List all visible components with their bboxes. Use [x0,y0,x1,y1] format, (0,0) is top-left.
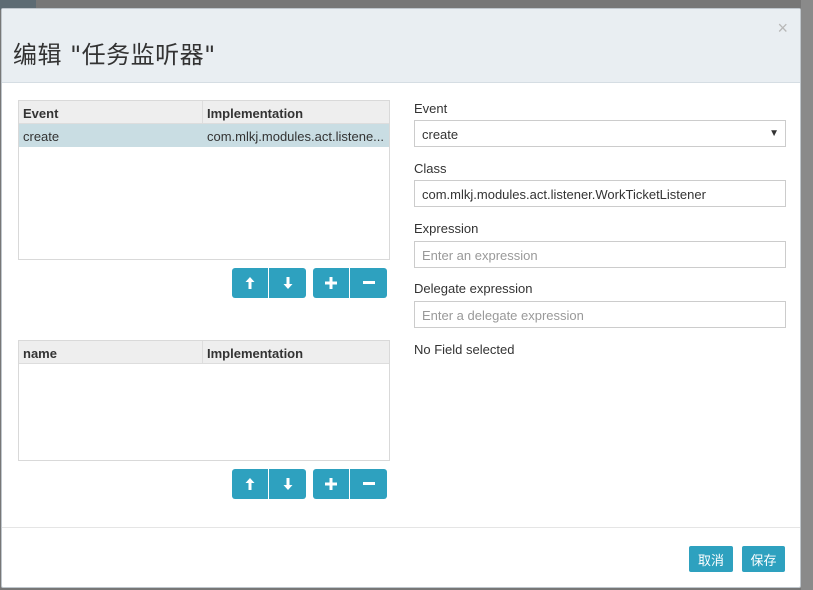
field-order-buttons [232,469,306,499]
dialog-header: 编辑 "任务监听器" × [2,9,800,83]
field-grid-header: name Implementation [19,341,389,364]
delegate-expression-input[interactable]: Enter a delegate expression [414,301,786,328]
event-label: Event [414,101,448,116]
listener-grid: Event Implementation create com.mlkj.mod… [18,100,390,260]
close-icon[interactable]: × [777,19,788,37]
arrow-down-icon [283,478,292,490]
add-field-button[interactable] [313,469,350,499]
event-select[interactable]: create ▼ [414,120,786,147]
background-app-strip [801,0,813,590]
save-button[interactable]: 保存 [742,546,785,572]
field-add-remove-buttons [313,469,387,499]
plus-icon [325,277,337,289]
listener-order-buttons [232,268,306,298]
chevron-down-icon: ▼ [769,128,779,139]
class-input[interactable]: com.mlkj.modules.act.listener.WorkTicket… [414,180,786,207]
class-label: Class [414,161,447,176]
expression-label: Expression [414,221,479,236]
cell-implementation: com.mlkj.modules.act.listene... [207,129,385,144]
footer-divider [2,527,800,528]
arrow-down-icon [283,277,292,289]
plus-icon [325,478,337,490]
no-field-selected-text: No Field selected [414,342,515,357]
field-grid: name Implementation [18,340,390,461]
minus-icon [362,482,375,485]
column-header-name[interactable]: name [19,341,203,363]
move-down-button[interactable] [269,268,306,298]
arrow-up-icon [245,277,255,289]
column-header-implementation[interactable]: Implementation [203,101,389,123]
expression-input[interactable]: Enter an expression [414,241,786,268]
move-up-button[interactable] [232,469,269,499]
column-header-implementation[interactable]: Implementation [203,341,389,363]
table-row[interactable]: create com.mlkj.modules.act.listene... [19,124,389,147]
event-select-value: create [422,127,459,142]
minus-icon [362,281,375,284]
column-header-event[interactable]: Event [19,101,203,123]
cell-event: create [23,129,60,144]
move-down-button[interactable] [269,469,306,499]
remove-field-button[interactable] [350,469,387,499]
delegate-expression-label: Delegate expression [414,281,533,296]
remove-listener-button[interactable] [350,268,387,298]
listener-add-remove-buttons [313,268,387,298]
move-up-button[interactable] [232,268,269,298]
cancel-button[interactable]: 取消 [689,546,733,572]
add-listener-button[interactable] [313,268,350,298]
edit-task-listener-dialog: 编辑 "任务监听器" × Event Implementation create… [1,8,801,588]
arrow-up-icon [245,478,255,490]
listener-grid-header: Event Implementation [19,101,389,124]
dialog-title: 编辑 "任务监听器" [13,41,216,69]
